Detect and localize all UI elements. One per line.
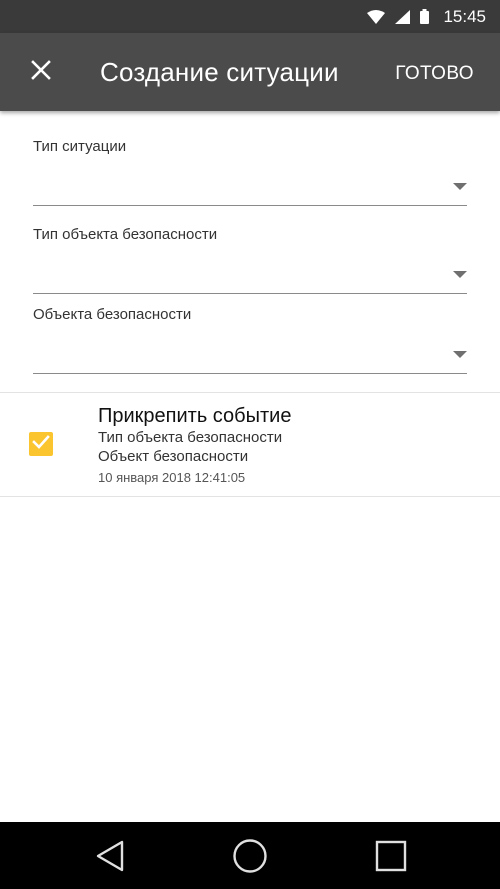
security-object-type-label: Тип объекта безопасности xyxy=(33,226,218,243)
dropdown-arrow-icon xyxy=(453,351,467,358)
app-bar: Создание ситуации ГОТОВО xyxy=(0,33,500,111)
wifi-icon xyxy=(367,9,386,24)
security-object-type-select[interactable] xyxy=(33,254,467,294)
home-icon xyxy=(232,839,268,878)
event-object-type: Тип объекта безопасности xyxy=(98,429,283,446)
situation-type-select[interactable] xyxy=(33,166,467,206)
situation-type-label: Тип ситуации xyxy=(33,138,127,155)
dropdown-arrow-icon xyxy=(453,183,467,190)
attach-event-checkbox[interactable] xyxy=(29,432,53,456)
event-object: Объект безопасности xyxy=(98,448,249,465)
page-title: Создание ситуации xyxy=(100,57,339,87)
attach-event-card[interactable]: Прикрепить событие Тип объекта безопасно… xyxy=(0,392,500,497)
close-icon xyxy=(31,59,51,85)
home-button[interactable] xyxy=(232,838,268,874)
dropdown-arrow-icon xyxy=(453,271,467,278)
close-button[interactable] xyxy=(24,55,58,89)
signal-icon xyxy=(395,9,411,24)
back-icon xyxy=(92,840,128,878)
attach-event-title: Прикрепить событие xyxy=(98,405,292,427)
status-bar: 15:45 xyxy=(0,0,500,33)
checkmark-icon xyxy=(32,434,50,454)
recents-icon xyxy=(373,840,409,878)
battery-icon xyxy=(420,9,430,24)
event-timestamp: 10 января 2018 12:41:05 xyxy=(98,470,246,485)
back-button[interactable] xyxy=(92,838,128,874)
status-time: 15:45 xyxy=(443,6,486,26)
security-object-label: Объекта безопасности xyxy=(33,306,192,323)
done-button[interactable]: ГОТОВО xyxy=(395,63,474,85)
security-object-select[interactable] xyxy=(33,334,467,374)
recents-button[interactable] xyxy=(373,838,409,874)
navigation-bar xyxy=(0,822,500,889)
